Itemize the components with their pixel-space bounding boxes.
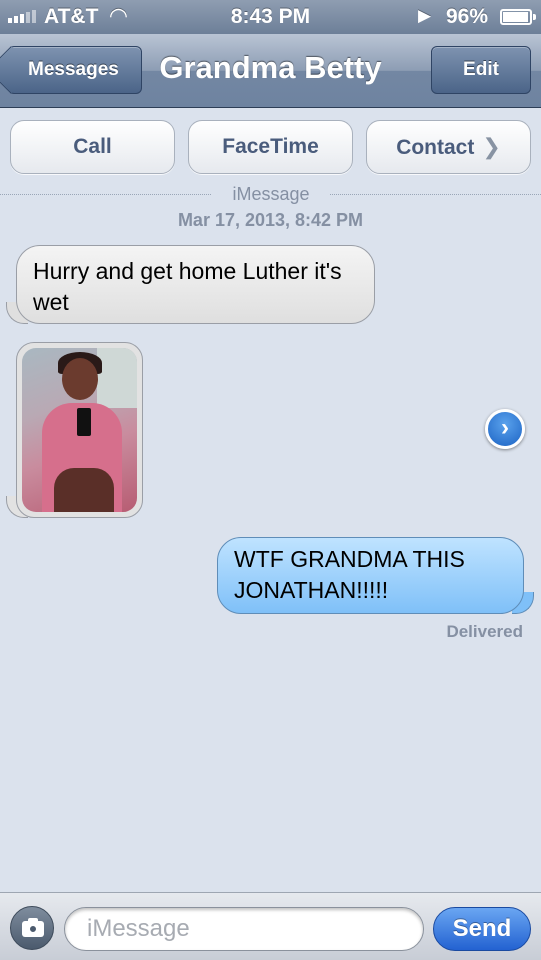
camera-icon[interactable] <box>10 906 54 950</box>
edit-button[interactable]: Edit <box>431 46 531 94</box>
message-timestamp: Mar 17, 2013, 8:42 PM <box>177 210 364 230</box>
facetime-button-label: FaceTime <box>222 135 319 158</box>
photo-attachment <box>22 348 137 512</box>
contact-button-label: Contact <box>396 136 475 159</box>
composer-bar: iMessage Send <box>0 892 541 960</box>
outgoing-message-text: WTF GRANDMA THIS JONATHAN!!!!! <box>234 546 465 603</box>
location-arrow-icon: ▶ <box>418 6 432 25</box>
navigation-bar: Messages Grandma Betty Edit <box>0 34 541 108</box>
delivered-status: Delivered <box>446 622 523 641</box>
photo-message-bubble[interactable] <box>16 342 143 518</box>
call-button-label: Call <box>73 135 112 158</box>
call-button[interactable]: Call <box>10 120 175 174</box>
send-button[interactable]: Send <box>433 907 531 951</box>
status-bar: AT&T ◠ 8:43 PM ▶ 96% <box>0 0 541 34</box>
battery-icon <box>500 9 536 25</box>
message-input[interactable]: iMessage <box>64 907 424 951</box>
contact-button[interactable]: Contact ❯ <box>366 120 531 174</box>
incoming-message-bubble[interactable]: Hurry and get home Luther it's wet <box>16 245 375 324</box>
incoming-message-text: Hurry and get home Luther it's wet <box>33 258 342 315</box>
disclosure-arrow-icon[interactable]: › <box>485 409 525 449</box>
contact-actions: Call FaceTime Contact ❯ <box>10 120 531 174</box>
battery-percentage: 96% <box>446 5 489 28</box>
message-input-placeholder: iMessage <box>87 915 190 942</box>
chevron-right-icon: ❯ <box>482 134 501 159</box>
service-label: iMessage <box>212 184 330 206</box>
outgoing-message-bubble[interactable]: WTF GRANDMA THIS JONATHAN!!!!! <box>217 537 524 614</box>
facetime-button[interactable]: FaceTime <box>188 120 353 174</box>
